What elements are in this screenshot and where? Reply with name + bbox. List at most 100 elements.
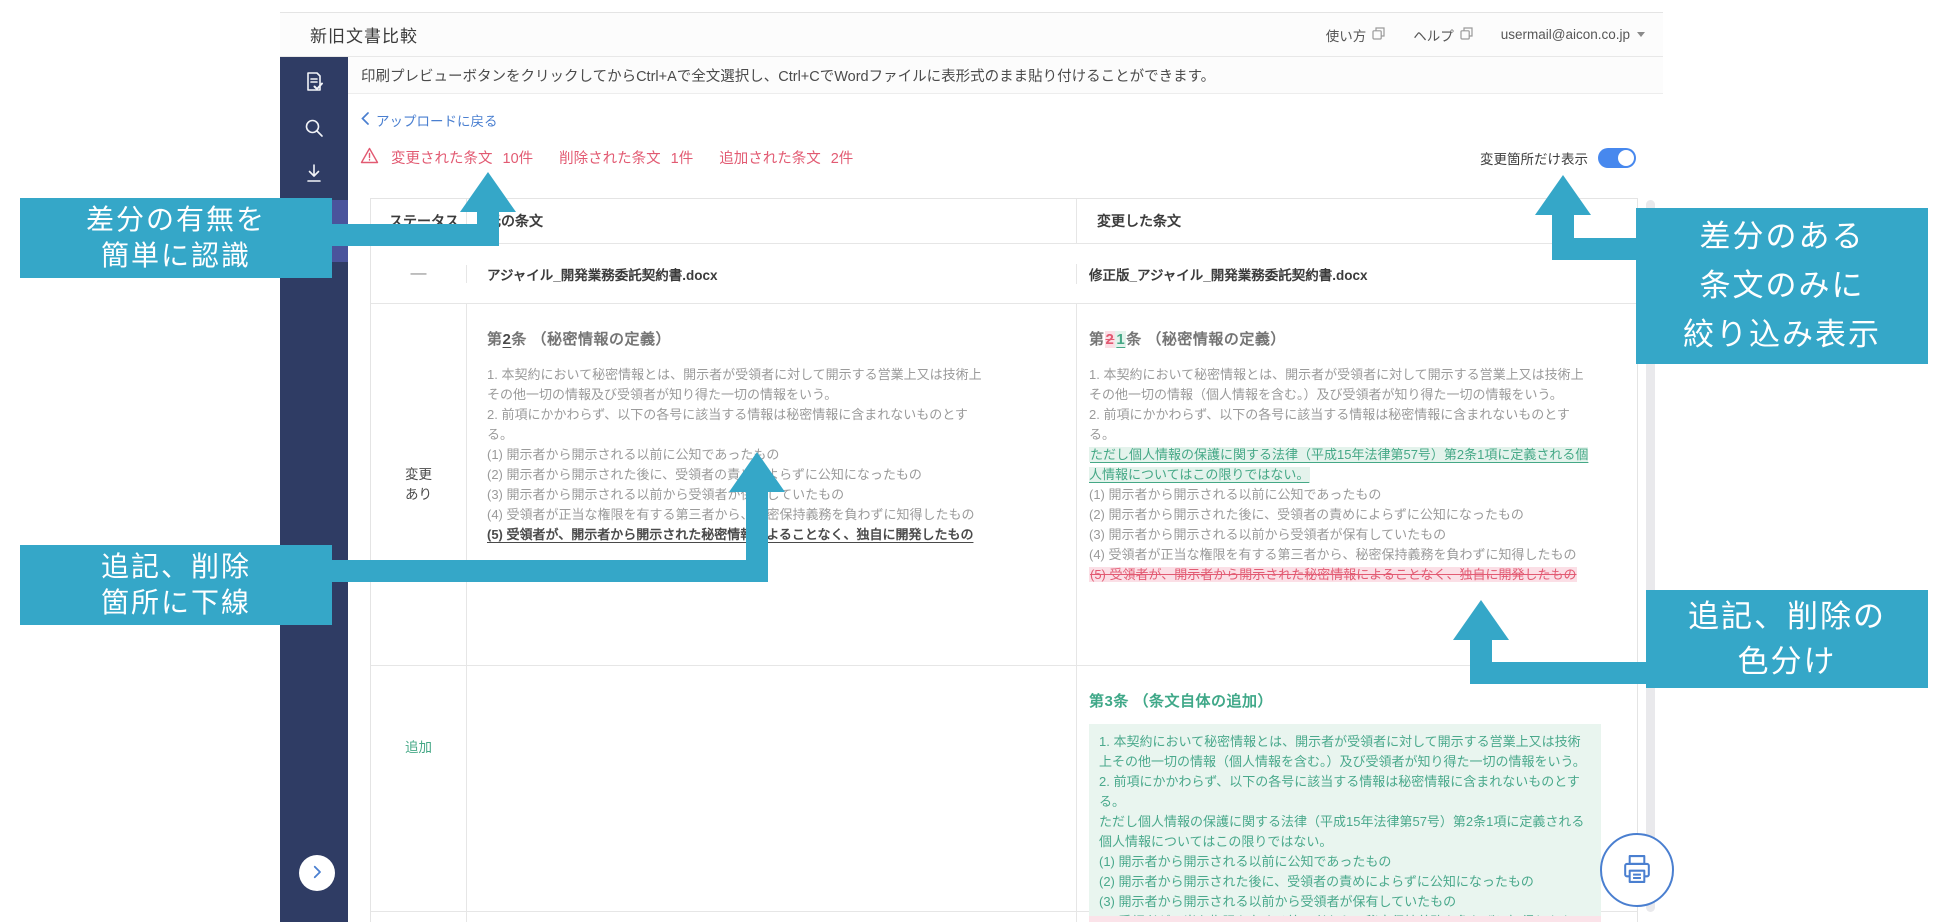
callout-arrow-connector bbox=[326, 224, 499, 246]
download-icon[interactable] bbox=[301, 161, 327, 187]
titlebar-links: 使い方 ヘルプ usermail@aicon.co.jp bbox=[1326, 25, 1645, 45]
heading-text: 条 （秘密情報の定義） bbox=[1126, 331, 1286, 348]
document-check-icon[interactable] bbox=[301, 69, 327, 95]
changed-label: 変更された条文 bbox=[391, 151, 493, 167]
changed-article-cell: 第2 1条 （秘密情報の定義） 1. 本契約において秘密情報とは、開示者が受領者に… bbox=[1077, 304, 1637, 665]
callout-filter: 差分のある 条文のみに 絞り込み表示 bbox=[1636, 208, 1928, 364]
added-line: 2. 前項にかかわらず、以下の各号に該当する情報は秘密情報に含まれないものとする… bbox=[1099, 774, 1580, 809]
heading-text: 条 （秘密情報の定義） bbox=[511, 331, 672, 348]
original-cell-partial bbox=[467, 912, 1077, 922]
help-link[interactable]: ヘルプ bbox=[1413, 25, 1473, 45]
changed-articles-count: 変更された条文 10件 bbox=[391, 147, 533, 168]
column-header-original: 元の条文 bbox=[467, 199, 1077, 243]
deleted-label: 削除された条文 bbox=[559, 151, 661, 167]
callout-diff-presence: 差分の有無を 簡単に認識 bbox=[20, 198, 332, 278]
status-cell-changed: 変更あり bbox=[371, 304, 467, 665]
original-item: (4) 受領者が正当な権限を有する第三者から、秘密保持義務を負わずに知得したもの bbox=[487, 507, 975, 522]
diff-summary: 変更された条文 10件 削除された条文 1件 追加された条文 2件 bbox=[360, 147, 867, 168]
callout-line: 絞り込み表示 bbox=[1683, 317, 1881, 352]
caret-down-icon bbox=[1637, 32, 1645, 37]
changed-file-name: 修正版_アジャイル_開発業務委託契約書.docx bbox=[1089, 267, 1368, 283]
original-para: 1. 本契約において秘密情報とは、開示者が受領者に対して開示する営業上又は技術上… bbox=[487, 367, 982, 402]
deleted-item: (5) 受領者が、開示者から開示された秘密情報によることなく、独自に開発したもの bbox=[1089, 567, 1578, 582]
callout-underline: 追記、削除 箇所に下線 bbox=[20, 545, 332, 625]
added-count: 2件 bbox=[830, 151, 854, 167]
sidebar-expand-button[interactable] bbox=[299, 855, 335, 891]
heading-added-char: 1 bbox=[1115, 331, 1127, 348]
added-line: ただし個人情報の保護に関する法律（平成15年法律第57号）第2条1項に定義される… bbox=[1099, 814, 1585, 849]
added-label: 追加された条文 bbox=[719, 151, 821, 167]
print-preview-button[interactable] bbox=[1600, 833, 1674, 907]
toggle-knob bbox=[1618, 150, 1634, 166]
table-header-row: ステータス 元の条文 変更した条文 bbox=[371, 199, 1637, 244]
warning-icon bbox=[360, 147, 379, 168]
status-cell-added: 追加 bbox=[371, 666, 467, 911]
callout-color-coding: 追記、削除の 色分け bbox=[1646, 590, 1928, 688]
added-article-cell: 第3条 （条文自体の追加） 1. 本契約において秘密情報とは、開示者が受領者に対… bbox=[1077, 666, 1637, 922]
changed-article-row: 変更あり 第2条 （秘密情報の定義） 1. 本契約において秘密情報とは、開示者が… bbox=[371, 304, 1637, 666]
usage-link[interactable]: 使い方 bbox=[1326, 25, 1386, 45]
file-row-status: — bbox=[371, 264, 467, 283]
filter-toggle[interactable] bbox=[1598, 148, 1636, 168]
account-menu[interactable]: usermail@aicon.co.jp bbox=[1501, 27, 1645, 42]
callout-arrow-connector bbox=[1470, 662, 1650, 684]
changed-count: 10件 bbox=[502, 151, 534, 167]
search-icon[interactable] bbox=[301, 115, 327, 141]
account-email: usermail@aicon.co.jp bbox=[1500, 27, 1630, 42]
callout-arrow-connector bbox=[326, 560, 768, 582]
heading-text: 第 bbox=[1089, 331, 1105, 348]
callout-line: 色分け bbox=[1737, 644, 1837, 679]
callout-arrow-shaft bbox=[746, 490, 768, 566]
callout-arrowhead-colorcoding bbox=[1453, 600, 1509, 640]
printer-icon bbox=[1619, 851, 1655, 890]
back-link[interactable]: アップロードに戻る bbox=[361, 110, 498, 130]
info-text: 印刷プレビューボタンをクリックしてからCtrl+Aで全文選択し、Ctrl+CでW… bbox=[361, 68, 1216, 85]
added-line: (1) 開示者から開示される以前に公知であったもの bbox=[1099, 854, 1392, 869]
changed-item: (3) 開示者から開示される以前から受領者が保有していたもの bbox=[1089, 527, 1447, 542]
deleted-highlight-sliver bbox=[1089, 916, 1601, 922]
added-articles-count: 追加された条文 2件 bbox=[719, 147, 853, 168]
next-row-partial bbox=[371, 912, 1637, 922]
callout-arrowhead-underline bbox=[729, 452, 785, 492]
usage-link-label: 使い方 bbox=[1325, 28, 1367, 44]
added-article-heading: 第3条 （条文自体の追加） bbox=[1089, 693, 1274, 710]
deleted-articles-count: 削除された条文 1件 bbox=[559, 147, 693, 168]
status-badge: 変更あり bbox=[405, 466, 432, 502]
changed-article-heading: 第2 1条 （秘密情報の定義） bbox=[1089, 330, 1593, 350]
status-badge: 追加 bbox=[405, 740, 432, 755]
callout-arrowhead-toggle bbox=[1535, 175, 1591, 215]
heading-deleted-char: 2 bbox=[1104, 331, 1116, 348]
callout-line: 差分の有無を bbox=[85, 204, 266, 235]
filter-toggle-label: 変更箇所だけ表示 bbox=[1480, 152, 1588, 167]
file-name-row: — アジャイル_開発業務委託契約書.docx 修正版_アジャイル_開発業務委託契… bbox=[371, 244, 1637, 304]
chevron-right-icon bbox=[308, 863, 326, 884]
external-link-icon bbox=[1372, 26, 1385, 43]
callout-arrowhead-summary bbox=[460, 172, 516, 212]
callout-arrow-connector bbox=[1552, 238, 1642, 260]
external-link-icon bbox=[1460, 26, 1473, 43]
deleted-row-partial bbox=[1077, 912, 1637, 922]
changed-item: (2) 開示者から開示された後に、受領者の責めによらずに公知になったもの bbox=[1089, 507, 1524, 522]
original-article-cell-empty bbox=[467, 666, 1077, 911]
callout-line: 簡単に認識 bbox=[100, 240, 251, 271]
callout-line: 追記、削除 bbox=[100, 551, 251, 582]
added-line: 1. 本契約において秘密情報とは、開示者が受領者に対して開示する営業上又は技術上… bbox=[1099, 734, 1586, 769]
added-article-row: 追加 第3条 （条文自体の追加） 1. 本契約において秘密情報とは、開示者が受領… bbox=[371, 666, 1637, 922]
diff-added-text: ただし個人情報の保護に関する法律（平成15年法律第57号）第2条1項に定義される… bbox=[1089, 445, 1593, 485]
titlebar: 新旧文書比較 使い方 ヘルプ usermail@aicon.co.jp bbox=[280, 12, 1663, 57]
callout-line: 条文のみに bbox=[1699, 268, 1865, 303]
added-line: (3) 開示者から開示される以前から受領者が保有していたもの bbox=[1099, 894, 1457, 909]
callout-line: 追記、削除の bbox=[1688, 599, 1886, 634]
added-line: (2) 開示者から開示された後に、受領者の責めによらずに公知になったもの bbox=[1099, 874, 1534, 889]
changed-item: (4) 受領者が正当な権限を有する第三者から、秘密保持義務を負わずに知得したもの bbox=[1089, 547, 1577, 562]
callout-line: 差分のある bbox=[1699, 219, 1865, 254]
original-article-heading: 第2条 （秘密情報の定義） bbox=[487, 330, 986, 350]
chevron-left-icon bbox=[361, 112, 369, 128]
app-sidebar bbox=[280, 57, 348, 922]
status-cell-partial bbox=[371, 912, 467, 922]
page-title: 新旧文書比較 bbox=[310, 27, 418, 46]
original-file-name: アジャイル_開発業務委託契約書.docx bbox=[467, 263, 1077, 284]
app-screenshot: 新旧文書比較 使い方 ヘルプ usermail@aicon.co.jp 印刷プレ… bbox=[0, 0, 1950, 922]
changed-item: (1) 開示者から開示される以前に公知であったもの bbox=[1089, 487, 1382, 502]
diff-deleted-text: (5) 受領者が、開示者から開示された秘密情報によることなく、独自に開発したもの bbox=[1089, 565, 1593, 585]
